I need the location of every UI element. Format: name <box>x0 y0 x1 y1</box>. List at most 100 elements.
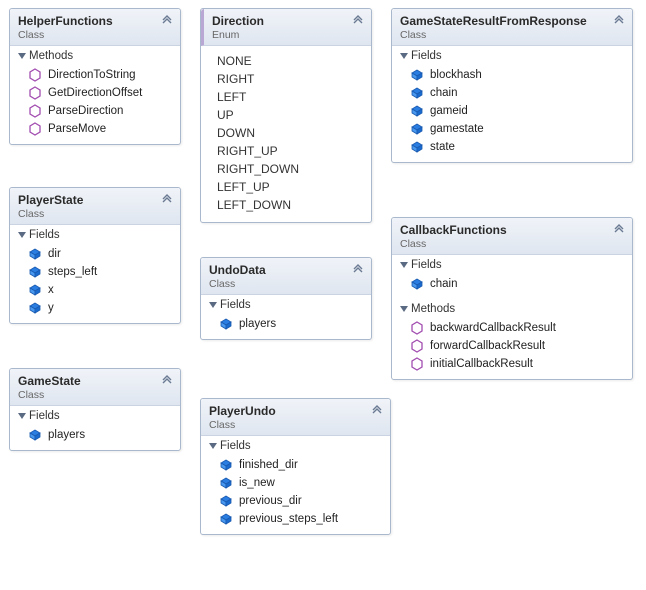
member-field[interactable]: dir <box>20 245 174 263</box>
member-field[interactable]: y <box>20 299 174 317</box>
enum-value[interactable]: RIGHT_DOWN <box>217 160 361 178</box>
class-header: CallbackFunctions Class <box>392 218 632 255</box>
section-methods: Methods <box>10 46 180 64</box>
class-header: GameState Class <box>10 369 180 406</box>
member-field[interactable]: x <box>20 281 174 299</box>
enum-value[interactable]: DOWN <box>217 124 361 142</box>
class-playerundo[interactable]: PlayerUndo Class Fields finished_dir is_… <box>200 398 391 535</box>
member-method[interactable]: ParseMove <box>20 120 174 138</box>
member-field[interactable]: gamestate <box>402 120 626 138</box>
class-undodata[interactable]: UndoData Class Fields players <box>200 257 372 340</box>
member-method[interactable]: backwardCallbackResult <box>402 319 626 337</box>
class-header: PlayerUndo Class <box>201 399 390 436</box>
member-list: blockhash chain gameid gamestate state <box>392 64 632 162</box>
field-icon <box>219 512 233 526</box>
chevron-up-icon[interactable] <box>612 14 626 28</box>
class-title: UndoData <box>209 263 363 277</box>
member-method[interactable]: ParseDirection <box>20 102 174 120</box>
member-list: players <box>10 424 180 450</box>
enum-value[interactable]: UP <box>217 106 361 124</box>
field-icon <box>28 265 42 279</box>
class-callbackfunctions[interactable]: CallbackFunctions Class Fields chain Met… <box>391 217 633 380</box>
enum-values: NONE RIGHT LEFT UP DOWN RIGHT_UP RIGHT_D… <box>201 46 371 222</box>
chevron-up-icon[interactable] <box>370 404 384 418</box>
field-icon <box>28 301 42 315</box>
member-field[interactable]: is_new <box>211 474 384 492</box>
enum-value[interactable]: RIGHT <box>217 70 361 88</box>
class-stereotype: Class <box>209 278 363 290</box>
class-header: HelperFunctions Class <box>10 9 180 46</box>
member-field[interactable]: blockhash <box>402 66 626 84</box>
method-icon <box>28 86 42 100</box>
section-fields: Fields <box>201 295 371 313</box>
member-field[interactable]: previous_steps_left <box>211 510 384 528</box>
method-icon <box>28 68 42 82</box>
method-icon <box>410 339 424 353</box>
class-title: PlayerUndo <box>209 404 382 418</box>
member-method[interactable]: initialCallbackResult <box>402 355 626 373</box>
enum-value[interactable]: LEFT_UP <box>217 178 361 196</box>
class-title: Direction <box>212 14 363 28</box>
field-icon <box>28 247 42 261</box>
field-icon <box>28 283 42 297</box>
field-icon <box>28 428 42 442</box>
member-field[interactable]: gameid <box>402 102 626 120</box>
member-method[interactable]: DirectionToString <box>20 66 174 84</box>
method-icon <box>410 357 424 371</box>
member-field[interactable]: players <box>20 426 174 444</box>
chevron-up-icon[interactable] <box>160 193 174 207</box>
class-header: GameStateResultFromResponse Class <box>392 9 632 46</box>
enum-value[interactable]: LEFT <box>217 88 361 106</box>
member-list: players <box>201 313 371 339</box>
member-list: backwardCallbackResult forwardCallbackRe… <box>392 317 632 379</box>
field-icon <box>410 86 424 100</box>
member-field[interactable]: chain <box>402 275 626 293</box>
enum-value[interactable]: NONE <box>217 52 361 70</box>
enum-direction[interactable]: Direction Enum NONE RIGHT LEFT UP DOWN R… <box>200 8 372 223</box>
class-stereotype: Class <box>18 389 172 401</box>
class-title: GameStateResultFromResponse <box>400 14 624 28</box>
member-list: DirectionToString GetDirectionOffset Par… <box>10 64 180 144</box>
chevron-up-icon[interactable] <box>160 14 174 28</box>
class-playerstate[interactable]: PlayerState Class Fields dir steps_left … <box>9 187 181 324</box>
section-fields: Fields <box>10 225 180 243</box>
member-field[interactable]: players <box>211 315 365 333</box>
method-icon <box>28 122 42 136</box>
class-title: GameState <box>18 374 172 388</box>
member-field[interactable]: finished_dir <box>211 456 384 474</box>
chevron-up-icon[interactable] <box>351 14 365 28</box>
field-icon <box>410 104 424 118</box>
chevron-up-icon[interactable] <box>612 223 626 237</box>
section-fields: Fields <box>10 406 180 424</box>
chevron-up-icon[interactable] <box>160 374 174 388</box>
method-icon <box>28 104 42 118</box>
field-icon <box>219 458 233 472</box>
class-stereotype: Enum <box>212 29 363 41</box>
class-title: HelperFunctions <box>18 14 172 28</box>
member-list: dir steps_left x y <box>10 243 180 323</box>
member-list: finished_dir is_new previous_dir previou… <box>201 454 390 534</box>
class-gamestateresult[interactable]: GameStateResultFromResponse Class Fields… <box>391 8 633 163</box>
class-stereotype: Class <box>400 29 624 41</box>
class-helperfunctions[interactable]: HelperFunctions Class Methods DirectionT… <box>9 8 181 145</box>
member-list: chain <box>392 273 632 299</box>
member-field[interactable]: state <box>402 138 626 156</box>
class-gamestate[interactable]: GameState Class Fields players <box>9 368 181 451</box>
enum-value[interactable]: LEFT_DOWN <box>217 196 361 214</box>
member-field[interactable]: steps_left <box>20 263 174 281</box>
field-icon <box>410 277 424 291</box>
member-field[interactable]: previous_dir <box>211 492 384 510</box>
member-method[interactable]: forwardCallbackResult <box>402 337 626 355</box>
class-title: CallbackFunctions <box>400 223 624 237</box>
field-icon <box>219 476 233 490</box>
member-field[interactable]: chain <box>402 84 626 102</box>
field-icon <box>219 317 233 331</box>
class-header: Direction Enum <box>201 9 371 46</box>
section-methods: Methods <box>392 299 632 317</box>
class-stereotype: Class <box>209 419 382 431</box>
method-icon <box>410 321 424 335</box>
class-header: PlayerState Class <box>10 188 180 225</box>
enum-value[interactable]: RIGHT_UP <box>217 142 361 160</box>
member-method[interactable]: GetDirectionOffset <box>20 84 174 102</box>
chevron-up-icon[interactable] <box>351 263 365 277</box>
